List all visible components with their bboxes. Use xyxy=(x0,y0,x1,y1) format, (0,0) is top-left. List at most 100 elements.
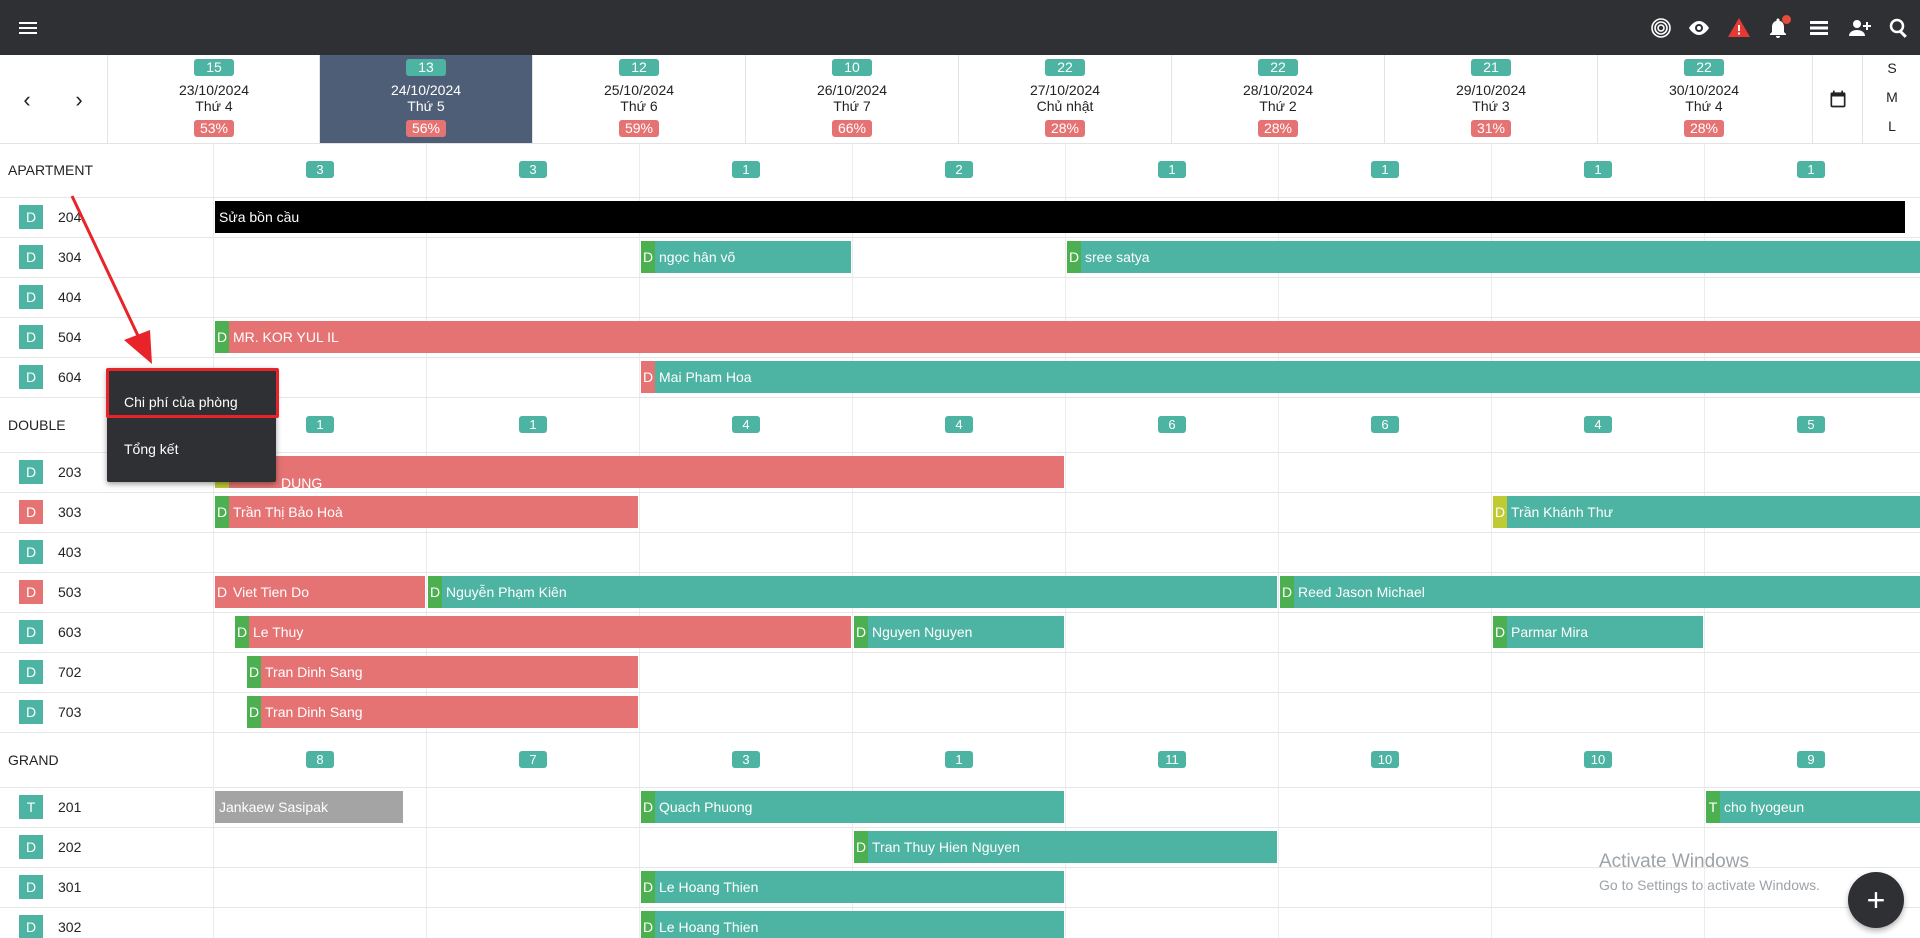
booking-bar[interactable]: D Reed Jason Michael xyxy=(1280,576,1920,608)
room-number[interactable]: 403 xyxy=(58,544,81,560)
room-number[interactable]: 702 xyxy=(58,664,81,680)
booking-bar[interactable]: Sửa bồn cầu xyxy=(215,201,1905,233)
date-column[interactable]: 12 25/10/2024 Thứ 6 59% xyxy=(532,55,745,143)
room-number[interactable]: 603 xyxy=(58,624,81,640)
eye-icon[interactable] xyxy=(1685,14,1713,42)
booking-bar[interactable]: DUNG xyxy=(215,456,1064,488)
occupancy-percent: 31% xyxy=(1470,120,1512,137)
room-number[interactable]: 201 xyxy=(58,799,81,815)
add-user-icon[interactable] xyxy=(1846,14,1874,42)
group-count: 7 xyxy=(519,751,547,768)
date-column[interactable]: 21 29/10/2024 Thứ 3 31% xyxy=(1384,55,1597,143)
booking-tag: D xyxy=(641,241,655,273)
room-number[interactable]: 304 xyxy=(58,249,81,265)
size-m-button[interactable]: M xyxy=(1863,89,1920,105)
booking-tag: D xyxy=(641,911,655,938)
booking-guest: Quach Phuong xyxy=(659,799,753,815)
booking-guest: Le Thuy xyxy=(253,624,304,640)
group-count: 4 xyxy=(945,416,973,433)
date-label: 29/10/2024 xyxy=(1455,82,1527,98)
room-number[interactable]: 204 xyxy=(58,209,81,225)
booking-guest: Parmar Mira xyxy=(1511,624,1589,640)
room-number[interactable]: 604 xyxy=(58,369,81,385)
booking-bar[interactable]: D Viet Tien Do xyxy=(215,576,425,608)
date-column-today[interactable]: 13 24/10/2024 Thứ 5 56% xyxy=(319,55,532,143)
booking-bar[interactable]: D Tran Thuy Hien Nguyen xyxy=(854,831,1277,863)
group-count: 8 xyxy=(306,751,334,768)
booking-bar[interactable]: D MR. KOR YUL IL xyxy=(215,321,1920,353)
booking-bar[interactable]: Jankaew Sasipak xyxy=(215,791,403,823)
booking-bar[interactable]: D Quach Phuong xyxy=(641,791,1064,823)
size-s-button[interactable]: S xyxy=(1863,60,1920,76)
room-type-badge: D xyxy=(19,835,43,859)
group-count: 3 xyxy=(732,751,760,768)
occupancy-percent: 66% xyxy=(831,120,873,137)
room-number[interactable]: 504 xyxy=(58,329,81,345)
date-column[interactable]: 22 28/10/2024 Thứ 2 28% xyxy=(1171,55,1384,143)
next-arrow-icon[interactable]: › xyxy=(64,85,94,115)
weekday-label: Thứ 3 xyxy=(1472,98,1510,114)
room-number[interactable]: 503 xyxy=(58,584,81,600)
menu-icon[interactable] xyxy=(14,14,42,42)
room-number[interactable]: 301 xyxy=(58,879,81,895)
bell-icon[interactable] xyxy=(1764,14,1792,42)
occupancy-percent: 28% xyxy=(1683,120,1725,137)
room-type-badge: D xyxy=(19,500,43,524)
room-type-badge: D xyxy=(19,660,43,684)
room-number[interactable]: 404 xyxy=(58,289,81,305)
date-label: 30/10/2024 xyxy=(1668,82,1740,98)
date-column[interactable]: 15 23/10/2024 Thứ 4 53% xyxy=(107,55,320,143)
booking-bar[interactable]: D Le Hoang Thien xyxy=(641,911,1064,938)
booking-bar[interactable]: Dsree satya xyxy=(1067,241,1920,273)
date-column[interactable]: 22 27/10/2024 Chủ nhật 28% xyxy=(958,55,1171,143)
date-column[interactable]: 22 30/10/2024 Thứ 4 28% xyxy=(1597,55,1810,143)
booking-bar[interactable]: D Trần Khánh Thư xyxy=(1493,496,1920,528)
booking-bar[interactable]: D Tran Dinh Sang xyxy=(247,656,638,688)
prev-arrow-icon[interactable]: ‹ xyxy=(12,85,42,115)
booking-guest: Trần Khánh Thư xyxy=(1511,504,1613,520)
warning-icon[interactable] xyxy=(1725,14,1753,42)
booking-bar[interactable]: D Trần Thị Bảo Hoà xyxy=(215,496,638,528)
booking-tag: D xyxy=(215,576,229,608)
size-l-button[interactable]: L xyxy=(1863,118,1920,134)
list-icon[interactable] xyxy=(1805,14,1833,42)
room-number[interactable]: 303 xyxy=(58,504,81,520)
availability-count: 13 xyxy=(406,59,446,76)
notification-dot xyxy=(1782,15,1791,24)
menu-item-summary[interactable]: Tổng kết xyxy=(107,429,276,469)
booking-bar[interactable]: D Le Hoang Thien xyxy=(641,871,1064,903)
date-label: 26/10/2024 xyxy=(816,82,888,98)
booking-bar[interactable]: Tcho hyogeun xyxy=(1706,791,1920,823)
room-number[interactable]: 703 xyxy=(58,704,81,720)
booking-bar[interactable]: D Nguyễn Phạm Kiên xyxy=(428,576,1277,608)
watermark-title: Activate Windows xyxy=(1599,851,1749,872)
booking-guest: Nguyen Nguyen xyxy=(872,624,973,640)
date-column[interactable]: 10 26/10/2024 Thứ 7 66% xyxy=(745,55,958,143)
calendar-icon[interactable] xyxy=(1812,55,1863,143)
fingerprint-icon[interactable] xyxy=(1647,14,1675,42)
room-type-badge: D xyxy=(19,620,43,644)
weekday-label: Thứ 4 xyxy=(195,98,233,114)
booking-bar[interactable]: D Nguyen Nguyen xyxy=(854,616,1064,648)
room-number[interactable]: 203 xyxy=(58,464,81,480)
top-app-bar xyxy=(0,0,1920,55)
watermark-subtitle: Go to Settings to activate Windows. xyxy=(1599,877,1820,893)
booking-bar[interactable]: Dngọc hân võ xyxy=(641,241,851,273)
add-button[interactable]: + xyxy=(1848,872,1904,928)
availability-count: 22 xyxy=(1684,59,1724,76)
group-count: 6 xyxy=(1371,416,1399,433)
search-icon[interactable] xyxy=(1885,14,1913,42)
room-number[interactable]: 202 xyxy=(58,839,81,855)
booking-guest: Viet Tien Do xyxy=(233,584,310,600)
group-count: 1 xyxy=(306,416,334,433)
room-type-badge: D xyxy=(19,875,43,899)
booking-bar[interactable]: D Mai Pham Hoa xyxy=(641,361,1920,393)
group-count: 1 xyxy=(1158,161,1186,178)
booking-tag: D xyxy=(641,361,655,393)
booking-tag: D xyxy=(428,576,442,608)
room-number[interactable]: 302 xyxy=(58,919,81,935)
booking-bar[interactable]: D Tran Dinh Sang xyxy=(247,696,638,728)
booking-bar[interactable]: D Parmar Mira xyxy=(1493,616,1703,648)
room-type-badge: D xyxy=(19,245,43,269)
booking-bar[interactable]: D Le Thuy xyxy=(235,616,851,648)
